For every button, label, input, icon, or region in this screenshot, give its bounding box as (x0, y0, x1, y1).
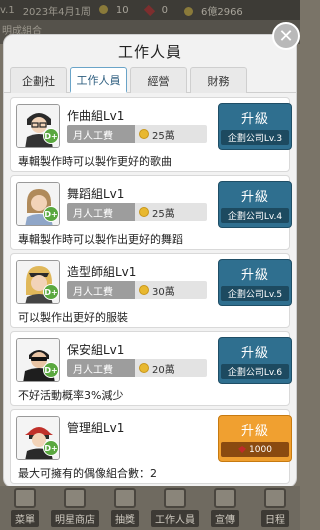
upgrade-requirement: 企劃公司Lv.5 (221, 286, 289, 301)
close-button[interactable]: ✕ (272, 22, 300, 50)
upgrade-label: 升級 (240, 112, 269, 127)
coin-icon (139, 207, 149, 217)
coin-icon (139, 363, 149, 373)
fans-icon (183, 6, 193, 16)
staff-description: 可以製作出更好的服裝 (18, 311, 128, 324)
staff-description: 最大可擁有的偶像組合數：2 (18, 467, 157, 480)
staff-icon (164, 488, 186, 508)
nav-item-lottery[interactable]: 抽獎 (101, 488, 149, 527)
upgrade-requirement: 企劃公司Lv.3 (221, 130, 289, 145)
staff-card-dance: D+ 舞蹈組Lv1 月人工費 25萬 專輯製作時可以製作出更好的舞蹈 升級 企劃… (10, 175, 292, 250)
staff-name: 舞蹈組Lv1 (67, 187, 125, 201)
staff-name: 造型師組Lv1 (67, 265, 137, 279)
grade-badge: D+ (43, 362, 59, 378)
nav-item-menu[interactable]: 菜單 (1, 488, 49, 527)
hud-rubies: 0 (143, 4, 176, 16)
tab-staff[interactable]: 工作人員 (70, 67, 127, 93)
staff-card-management: D+ 管理組Lv1 最大可擁有的偶像組合數：2 升級 1000 (10, 409, 292, 484)
upgrade-label: 升級 (240, 268, 269, 283)
coin-icon (139, 129, 149, 139)
coin-icon (139, 285, 149, 295)
grade-badge: D+ (43, 440, 59, 456)
star-icon (64, 488, 86, 508)
salary-row: 月人工費 30萬 (67, 281, 207, 299)
salary-row: 月人工費 25萬 (67, 203, 207, 221)
staff-name: 保安組Lv1 (67, 343, 125, 357)
upgrade-button-dance[interactable]: 升級 企劃公司Lv.4 (218, 181, 292, 228)
staff-name: 管理組Lv1 (67, 421, 125, 435)
upgrade-requirement: 企劃公司Lv.6 (221, 364, 289, 379)
salary-value: 25萬 (135, 125, 207, 143)
grade-badge: D+ (43, 206, 59, 222)
upgrade-button-security[interactable]: 升級 企劃公司Lv.6 (218, 337, 292, 384)
calendar-icon (264, 488, 286, 508)
nav-item-star-shop[interactable]: 明星商店 (51, 488, 99, 527)
staff-dialog: 工作人員 企劃社 工作人員 經營 財務 D+ 作曲組Lv1 月人工費 25萬 專… (3, 34, 297, 488)
dialog-title: 工作人員 (117, 42, 182, 61)
upgrade-label: 升級 (240, 424, 269, 439)
bottom-nav: 菜單 明星商店 抽獎 工作人員 宣傳 日程 (0, 486, 300, 530)
top-hud: v.1 2023年4月1周 10 0 6億2966 (0, 0, 300, 20)
hud-left-text: v.1 (0, 4, 15, 16)
hud-coins: 10 (98, 4, 137, 16)
grade-badge: D+ (43, 128, 59, 144)
staff-name: 作曲組Lv1 (67, 109, 125, 123)
salary-row: 月人工費 25萬 (67, 125, 207, 143)
staff-description: 專輯製作時可以製作更好的歌曲 (18, 155, 172, 168)
nav-item-promotion[interactable]: 宣傳 (201, 488, 249, 527)
hud-date: 2023年4月1周 (22, 6, 91, 18)
staff-card-security: D+ 保安組Lv1 月人工費 20萬 不好活動概率3%減少 升級 企劃公司Lv.… (10, 331, 292, 406)
upgrade-cost: 1000 (221, 442, 289, 457)
staff-card-composer: D+ 作曲組Lv1 月人工費 25萬 專輯製作時可以製作更好的歌曲 升級 企劃公… (10, 97, 292, 172)
tab-bar: 企劃社 工作人員 經營 財務 (4, 67, 296, 93)
nav-item-staff[interactable]: 工作人員 (151, 488, 199, 527)
tab-agency[interactable]: 企劃社 (10, 67, 67, 93)
salary-value: 30萬 (135, 281, 207, 299)
salary-row: 月人工費 20萬 (67, 359, 207, 377)
upgrade-label: 升級 (240, 190, 269, 205)
gift-icon (114, 488, 136, 508)
staff-description: 專輯製作時可以製作出更好的舞蹈 (18, 233, 183, 246)
staff-card-stylist: D+ 造型師組Lv1 月人工費 30萬 可以製作出更好的服裝 升級 企劃公司Lv… (10, 253, 292, 328)
grade-badge: D+ (43, 284, 59, 300)
staff-list: D+ 作曲組Lv1 月人工費 25萬 專輯製作時可以製作更好的歌曲 升級 企劃公… (4, 93, 296, 484)
menu-icon (14, 488, 36, 508)
salary-value: 20萬 (135, 359, 207, 377)
salary-label: 月人工費 (67, 125, 135, 143)
ruby-icon (238, 446, 247, 453)
upgrade-requirement: 企劃公司Lv.4 (221, 208, 289, 223)
upgrade-button-stylist[interactable]: 升級 企劃公司Lv.5 (218, 259, 292, 306)
tab-management[interactable]: 經營 (130, 67, 187, 93)
ruby-icon (143, 4, 155, 16)
upgrade-button-composer[interactable]: 升級 企劃公司Lv.3 (218, 103, 292, 150)
nav-item-schedule[interactable]: 日程 (251, 488, 299, 527)
megaphone-icon (214, 488, 236, 508)
staff-description: 不好活動概率3%減少 (18, 389, 124, 402)
salary-label: 月人工費 (67, 359, 135, 377)
hud-fans: 6億2966 (183, 3, 251, 18)
salary-label: 月人工費 (67, 281, 135, 299)
upgrade-label: 升級 (240, 346, 269, 361)
tab-finance[interactable]: 財務 (190, 67, 247, 93)
coin-icon (98, 4, 108, 14)
salary-label: 月人工費 (67, 203, 135, 221)
upgrade-button-management[interactable]: 升級 1000 (218, 415, 292, 462)
salary-value: 25萬 (135, 203, 207, 221)
